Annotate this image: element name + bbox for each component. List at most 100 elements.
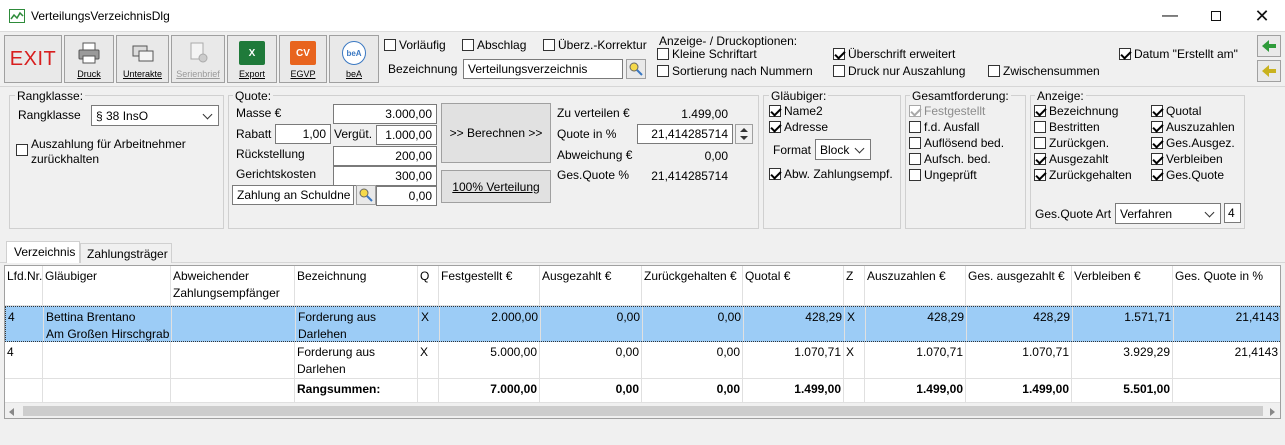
- table-header: Lfd.Nr. Gläubiger Abweichender Zahlungse…: [5, 266, 1280, 306]
- rabatt-input[interactable]: 1,00: [275, 124, 331, 144]
- ges-quote-art-select[interactable]: Verfahren: [1115, 203, 1221, 224]
- cell-verbleiben: 1.571,71: [1073, 307, 1174, 341]
- aufloesend-checkbox[interactable]: Auflösend bed.: [909, 136, 1004, 150]
- verteilung-100-button[interactable]: 100% Verteilung: [441, 170, 551, 203]
- anzeige-zurueckgen-checkbox[interactable]: Zurückgen.: [1034, 136, 1109, 150]
- format-select[interactable]: Block: [815, 139, 871, 160]
- anzeige-bezeichnung-checkbox[interactable]: Bezeichnung: [1034, 104, 1118, 118]
- maximize-icon[interactable]: [1193, 0, 1239, 32]
- anzeige-bestritten-checkbox[interactable]: Bestritten: [1034, 120, 1100, 134]
- close-icon[interactable]: ✕: [1239, 0, 1285, 32]
- name2-label: Name2: [784, 104, 823, 118]
- search-icon[interactable]: [356, 185, 376, 205]
- abw-zahlungsempf-checkbox[interactable]: Abw. Zahlungsempf.: [769, 167, 893, 181]
- zahlung-schuldner-value[interactable]: 0,00: [376, 186, 437, 206]
- druck-button[interactable]: Druck: [64, 35, 114, 83]
- format-value: Block: [820, 142, 850, 157]
- header-auszuzahlen[interactable]: Auszuzahlen €: [865, 266, 966, 306]
- header-festgestellt[interactable]: Festgestellt €: [439, 266, 540, 306]
- ges-quote-art-number[interactable]: 4: [1224, 203, 1241, 223]
- zwischensummen-checkbox[interactable]: Zwischensummen: [988, 64, 1100, 78]
- arrow-left-yellow-icon[interactable]: [1257, 60, 1281, 82]
- anzeige-auszuzahlen-checkbox[interactable]: Auszuzahlen: [1151, 120, 1235, 134]
- search-icon[interactable]: [626, 59, 646, 79]
- anzeige-quotal-checkbox[interactable]: Quotal: [1151, 104, 1201, 118]
- serienbrief-button[interactable]: Serienbrief: [171, 35, 225, 83]
- bea-button[interactable]: beA beA: [329, 35, 379, 83]
- fd-ausfall-checkbox[interactable]: f.d. Ausfall: [909, 120, 979, 134]
- abschlag-checkbox[interactable]: Abschlag: [462, 38, 526, 52]
- header-ausgezahlt[interactable]: Ausgezahlt €: [540, 266, 642, 306]
- cell-ges-ausgezahlt: 428,29: [967, 307, 1073, 341]
- header-zurueckgehalten[interactable]: Zurückgehalten €: [642, 266, 743, 306]
- kleine-schrift-checkbox[interactable]: Kleine Schriftart: [657, 47, 757, 61]
- bezeichnung-input[interactable]: Verteilungsverzeichnis: [463, 59, 623, 79]
- arrow-left-green-icon[interactable]: [1257, 35, 1281, 57]
- header-abweichender-empfaenger[interactable]: Abweichender Zahlungsempfänger: [171, 266, 295, 306]
- scroll-left-icon[interactable]: [7, 406, 17, 416]
- format-label: Format: [773, 143, 812, 157]
- quote-input[interactable]: 21,414285714: [637, 124, 733, 144]
- unterakte-label: Unterakte: [122, 69, 163, 79]
- tab-zahlungstraeger[interactable]: Zahlungsträger: [80, 243, 172, 263]
- abw-zahlungsempf-label: Abw. Zahlungsempf.: [784, 167, 893, 181]
- ueberz-korrektur-label: Überz.-Korrektur: [558, 38, 647, 52]
- festgestellt-label: Festgestellt: [924, 104, 986, 118]
- verguet-input[interactable]: 1.000,00: [376, 125, 437, 145]
- anzeige-ausgezahlt-checkbox[interactable]: Ausgezahlt: [1034, 152, 1108, 166]
- zahlung-schuldner-input[interactable]: Zahlung an Schuldne: [232, 185, 354, 205]
- exit-button[interactable]: EXIT: [4, 35, 62, 83]
- header-verbleiben[interactable]: Verbleiben €: [1072, 266, 1173, 306]
- table-row[interactable]: 4 Forderung aus Darlehen X 5.000,00 0,00 …: [5, 342, 1280, 379]
- egvp-button[interactable]: CV EGVP: [279, 35, 327, 83]
- export-button[interactable]: X Export: [227, 35, 277, 83]
- header-ges-ausgezahlt[interactable]: Ges. ausgezahlt €: [966, 266, 1072, 306]
- ungeprueft-checkbox[interactable]: Ungeprüft: [909, 168, 977, 182]
- aufsch-checkbox[interactable]: Aufsch. bed.: [909, 152, 991, 166]
- sum-auszuzahlen: 1.499,00: [865, 379, 966, 402]
- sum-festgestellt: 7.000,00: [439, 379, 540, 402]
- ges-quote-value: 21,414285714: [637, 166, 733, 186]
- sortierung-checkbox[interactable]: Sortierung nach Nummern: [657, 64, 813, 78]
- sum-label: Rangsummen:: [295, 379, 418, 402]
- cell-ausgezahlt: 0,00: [541, 307, 643, 341]
- header-ges-quote[interactable]: Ges. Quote in %: [1173, 266, 1280, 306]
- festgestellt-checkbox[interactable]: Festgestellt: [909, 104, 985, 118]
- scrollbar-thumb[interactable]: [23, 406, 1263, 416]
- abweichung-value: 0,00: [651, 146, 733, 166]
- header-z[interactable]: Z: [844, 266, 865, 306]
- anzeige-zurueckgehalten-checkbox[interactable]: Zurückgehalten: [1034, 168, 1132, 182]
- auszahlung-arbeitnehmer-checkbox[interactable]: Auszahlung für Arbeitnehmer zurückhalten: [16, 137, 186, 167]
- rueckstellung-input[interactable]: 200,00: [333, 146, 437, 166]
- header-quotal[interactable]: Quotal €: [743, 266, 844, 306]
- vorlaeufig-checkbox[interactable]: Vorläufig: [384, 38, 446, 52]
- unterakte-button[interactable]: Unterakte: [116, 35, 169, 83]
- cell-glaeubiger: [43, 342, 171, 378]
- table-row[interactable]: 4 Bettina Brentano Am Großen Hirschgrab F…: [5, 306, 1280, 342]
- name2-checkbox[interactable]: Name2: [769, 104, 823, 118]
- masse-input[interactable]: 3.000,00: [333, 104, 437, 124]
- chevron-down-icon: [201, 109, 215, 123]
- gerichtskosten-input[interactable]: 300,00: [333, 166, 437, 186]
- anzeige-ges-ausgez-checkbox[interactable]: Ges.Ausgez.: [1151, 136, 1235, 150]
- ueberschrift-checkbox[interactable]: Überschrift erweitert: [833, 47, 955, 61]
- anzeige-bestritten-label: Bestritten: [1049, 120, 1100, 134]
- header-q[interactable]: Q: [418, 266, 439, 306]
- ueberz-korrektur-checkbox[interactable]: Überz.-Korrektur: [543, 38, 647, 52]
- header-lfd-nr[interactable]: Lfd.Nr.: [5, 266, 43, 306]
- scroll-right-icon[interactable]: [1267, 406, 1277, 416]
- header-bezeichnung[interactable]: Bezeichnung: [295, 266, 418, 306]
- berechnen-button[interactable]: >> Berechnen >>: [441, 103, 551, 163]
- quote-spinner[interactable]: [735, 124, 753, 144]
- horizontal-scrollbar[interactable]: [5, 402, 1280, 418]
- druck-nur-checkbox[interactable]: Druck nur Auszahlung: [833, 64, 965, 78]
- aufloesend-label: Auflösend bed.: [924, 136, 1005, 150]
- anzeige-verbleiben-checkbox[interactable]: Verbleiben: [1151, 152, 1223, 166]
- tab-verzeichnis[interactable]: Verzeichnis: [6, 241, 80, 263]
- header-glaeubiger[interactable]: Gläubiger: [43, 266, 171, 306]
- datum-erstellt-checkbox[interactable]: Datum "Erstellt am": [1119, 47, 1238, 61]
- rangklasse-select[interactable]: § 38 InsO: [91, 105, 219, 126]
- adresse-checkbox[interactable]: Adresse: [769, 120, 828, 134]
- minimize-icon[interactable]: —: [1147, 0, 1193, 32]
- anzeige-ges-quote-checkbox[interactable]: Ges.Quote: [1151, 168, 1224, 182]
